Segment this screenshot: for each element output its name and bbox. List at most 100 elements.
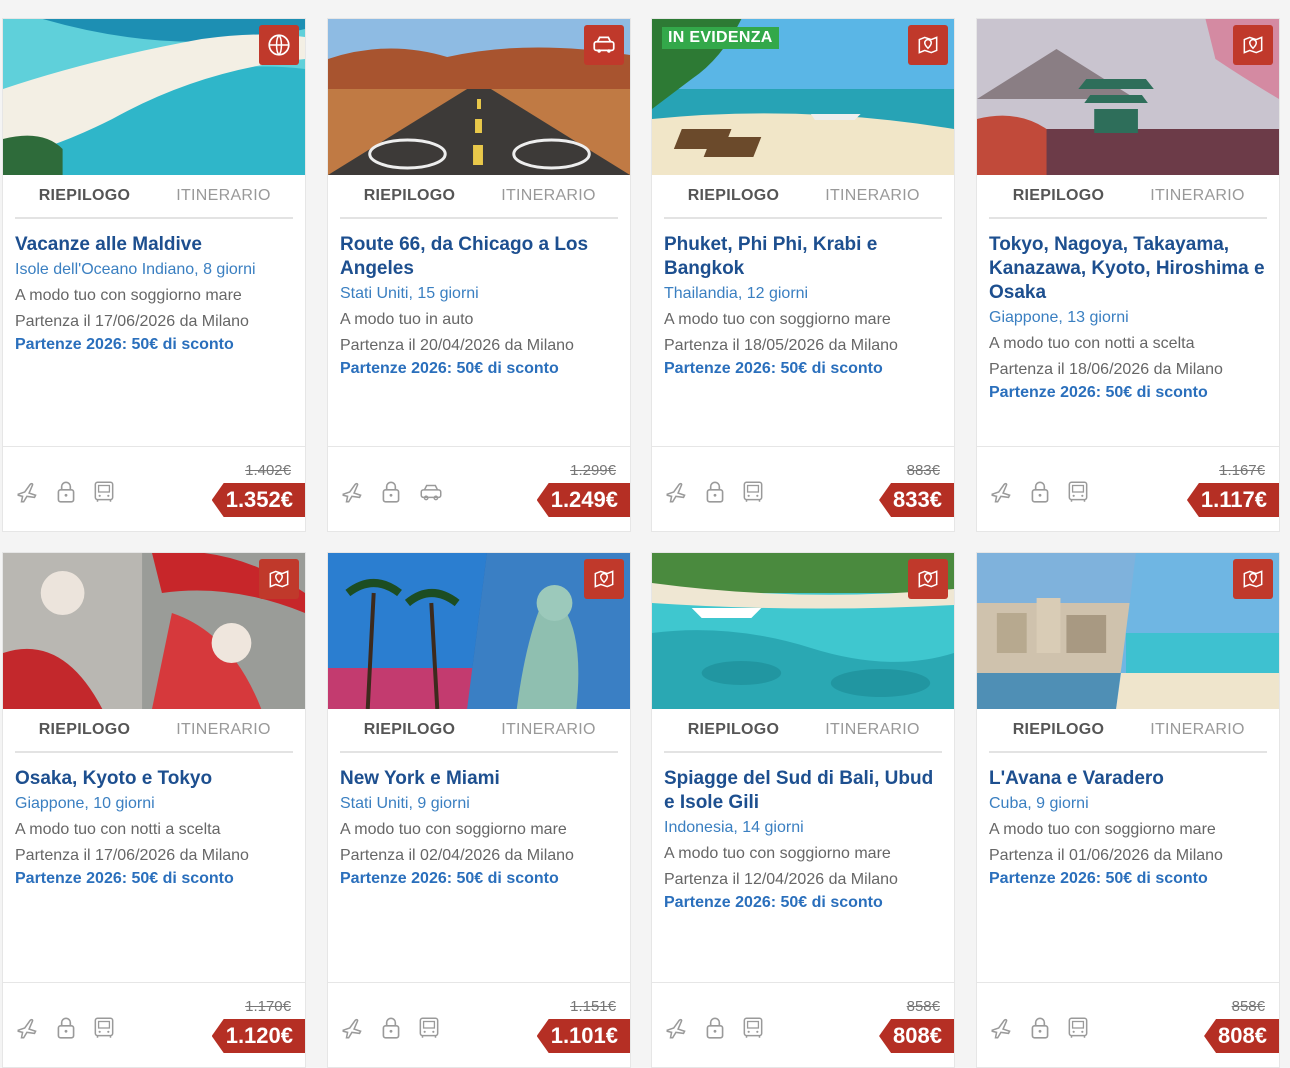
map-pin-icon: [259, 559, 299, 599]
trip-departure: Partenza il 18/06/2026 da Milano: [989, 361, 1223, 378]
trip-type: A modo tuo con soggiorno mare: [664, 311, 891, 328]
trip-card-thailand[interactable]: IN EVIDENZA RIEPILOGO ITINERARIO Phuket,…: [651, 18, 955, 532]
trip-type: A modo tuo con notti a scelta: [15, 821, 221, 838]
map-pin-icon: [908, 559, 948, 599]
tab-itinerary[interactable]: ITINERARIO: [479, 721, 618, 739]
plane-icon: [664, 479, 690, 505]
price-tag[interactable]: 1.120€: [211, 1019, 305, 1053]
trip-departure: Partenza il 17/06/2026 da Milano: [15, 847, 249, 864]
old-price: 858€: [906, 998, 940, 1015]
tab-itinerary[interactable]: ITINERARIO: [803, 721, 942, 739]
map-pin-icon: [1233, 559, 1273, 599]
tab-itinerary[interactable]: ITINERARIO: [154, 187, 293, 205]
trip-card-newyork-miami[interactable]: RIEPILOGO ITINERARIO New York e Miami St…: [327, 552, 631, 1068]
map-pin-icon: [1233, 25, 1273, 65]
tab-summary[interactable]: RIEPILOGO: [989, 721, 1128, 739]
trip-image[interactable]: IN EVIDENZA: [652, 19, 954, 175]
price-tag[interactable]: 1.249€: [536, 483, 630, 517]
tab-summary[interactable]: RIEPILOGO: [15, 721, 154, 739]
trip-promo: Partenze 2026: 50€ di sconto: [664, 894, 883, 911]
trip-departure: Partenza il 02/04/2026 da Milano: [340, 847, 574, 864]
trip-title[interactable]: Tokyo, Nagoya, Takayama, Kanazawa, Kyoto…: [989, 233, 1267, 305]
trip-promo: Partenze 2026: 50€ di sconto: [989, 870, 1208, 887]
trip-card-osaka[interactable]: RIEPILOGO ITINERARIO Osaka, Kyoto e Toky…: [2, 552, 306, 1068]
globe-icon: [259, 25, 299, 65]
tab-summary[interactable]: RIEPILOGO: [664, 721, 803, 739]
tab-summary[interactable]: RIEPILOGO: [340, 187, 479, 205]
trip-promo: Partenze 2026: 50€ di sconto: [340, 360, 559, 377]
trip-destination: Giappone, 13 giorni: [989, 309, 1129, 326]
trip-image[interactable]: [3, 19, 305, 175]
old-price: 1.170€: [245, 998, 291, 1015]
tab-itinerary[interactable]: ITINERARIO: [803, 187, 942, 205]
old-price: 1.167€: [1219, 462, 1265, 479]
trip-type: A modo tuo con soggiorno mare: [664, 845, 891, 862]
price-tag[interactable]: 808€: [1204, 1019, 1279, 1053]
trip-title[interactable]: Osaka, Kyoto e Tokyo: [15, 767, 293, 791]
trip-departure: Partenza il 20/04/2026 da Milano: [340, 337, 574, 354]
trip-card-route66[interactable]: RIEPILOGO ITINERARIO Route 66, da Chicag…: [327, 18, 631, 532]
tab-itinerary[interactable]: ITINERARIO: [1128, 187, 1267, 205]
trip-type: A modo tuo con soggiorno mare: [340, 821, 567, 838]
trip-promo: Partenze 2026: 50€ di sconto: [989, 384, 1208, 401]
trip-type: A modo tuo con notti a scelta: [989, 335, 1195, 352]
price-tag[interactable]: 808€: [879, 1019, 954, 1053]
trip-title[interactable]: New York e Miami: [340, 767, 618, 791]
tab-itinerary[interactable]: ITINERARIO: [154, 721, 293, 739]
price-tag[interactable]: 1.352€: [211, 483, 305, 517]
trip-title[interactable]: Route 66, da Chicago a Los Angeles: [340, 233, 618, 281]
map-pin-icon: [908, 25, 948, 65]
old-price: 1.151€: [570, 998, 616, 1015]
price-tag[interactable]: 1.101€: [536, 1019, 630, 1053]
trip-destination: Stati Uniti, 15 giorni: [340, 285, 479, 302]
trip-destination: Cuba, 9 giorni: [989, 795, 1089, 812]
trip-title[interactable]: Spiagge del Sud di Bali, Ubud e Isole Gi…: [664, 767, 942, 815]
trip-promo: Partenze 2026: 50€ di sconto: [340, 870, 559, 887]
car-icon: [416, 479, 442, 505]
price-tag[interactable]: 833€: [879, 483, 954, 517]
lock-icon: [1027, 479, 1053, 505]
trip-card-cuba[interactable]: RIEPILOGO ITINERARIO L'Avana e Varadero …: [976, 552, 1280, 1068]
tab-itinerary[interactable]: ITINERARIO: [479, 187, 618, 205]
trip-type: A modo tuo con soggiorno mare: [15, 287, 242, 304]
trip-card-bali[interactable]: RIEPILOGO ITINERARIO Spiagge del Sud di …: [651, 552, 955, 1068]
tab-itinerary[interactable]: ITINERARIO: [1128, 721, 1267, 739]
trip-title[interactable]: L'Avana e Varadero: [989, 767, 1267, 791]
trip-destination: Indonesia, 14 giorni: [664, 819, 804, 836]
bus-icon: [740, 1015, 766, 1041]
car-icon: [584, 25, 624, 65]
trip-type: A modo tuo in auto: [340, 311, 474, 328]
tab-summary[interactable]: RIEPILOGO: [989, 187, 1128, 205]
trip-image[interactable]: [328, 553, 630, 709]
tab-summary[interactable]: RIEPILOGO: [664, 187, 803, 205]
trip-card-japan-grand[interactable]: RIEPILOGO ITINERARIO Tokyo, Nagoya, Taka…: [976, 18, 1280, 532]
trip-image[interactable]: [3, 553, 305, 709]
trip-promo: Partenze 2026: 50€ di sconto: [15, 870, 234, 887]
tab-summary[interactable]: RIEPILOGO: [15, 187, 154, 205]
trip-title[interactable]: Vacanze alle Maldive: [15, 233, 293, 257]
trip-image[interactable]: [977, 553, 1279, 709]
bus-icon: [91, 1015, 117, 1041]
lock-icon: [53, 479, 79, 505]
trip-image[interactable]: [652, 553, 954, 709]
trip-destination: Stati Uniti, 9 giorni: [340, 795, 470, 812]
trip-image[interactable]: [328, 19, 630, 175]
map-pin-icon: [584, 559, 624, 599]
plane-icon: [340, 479, 366, 505]
lock-icon: [702, 1015, 728, 1041]
trip-promo: Partenze 2026: 50€ di sconto: [15, 336, 234, 353]
trip-title[interactable]: Phuket, Phi Phi, Krabi e Bangkok: [664, 233, 942, 281]
featured-badge: IN EVIDENZA: [662, 27, 779, 49]
trip-card-maldive[interactable]: RIEPILOGO ITINERARIO Vacanze alle Maldiv…: [2, 18, 306, 532]
plane-icon: [15, 1015, 41, 1041]
tab-summary[interactable]: RIEPILOGO: [340, 721, 479, 739]
lock-icon: [53, 1015, 79, 1041]
old-price: 1.402€: [245, 462, 291, 479]
trip-departure: Partenza il 18/05/2026 da Milano: [664, 337, 898, 354]
price-tag[interactable]: 1.117€: [1186, 483, 1279, 517]
trip-type: A modo tuo con soggiorno mare: [989, 821, 1216, 838]
trip-image[interactable]: [977, 19, 1279, 175]
old-price: 858€: [1231, 998, 1265, 1015]
old-price: 1.299€: [570, 462, 616, 479]
lock-icon: [702, 479, 728, 505]
